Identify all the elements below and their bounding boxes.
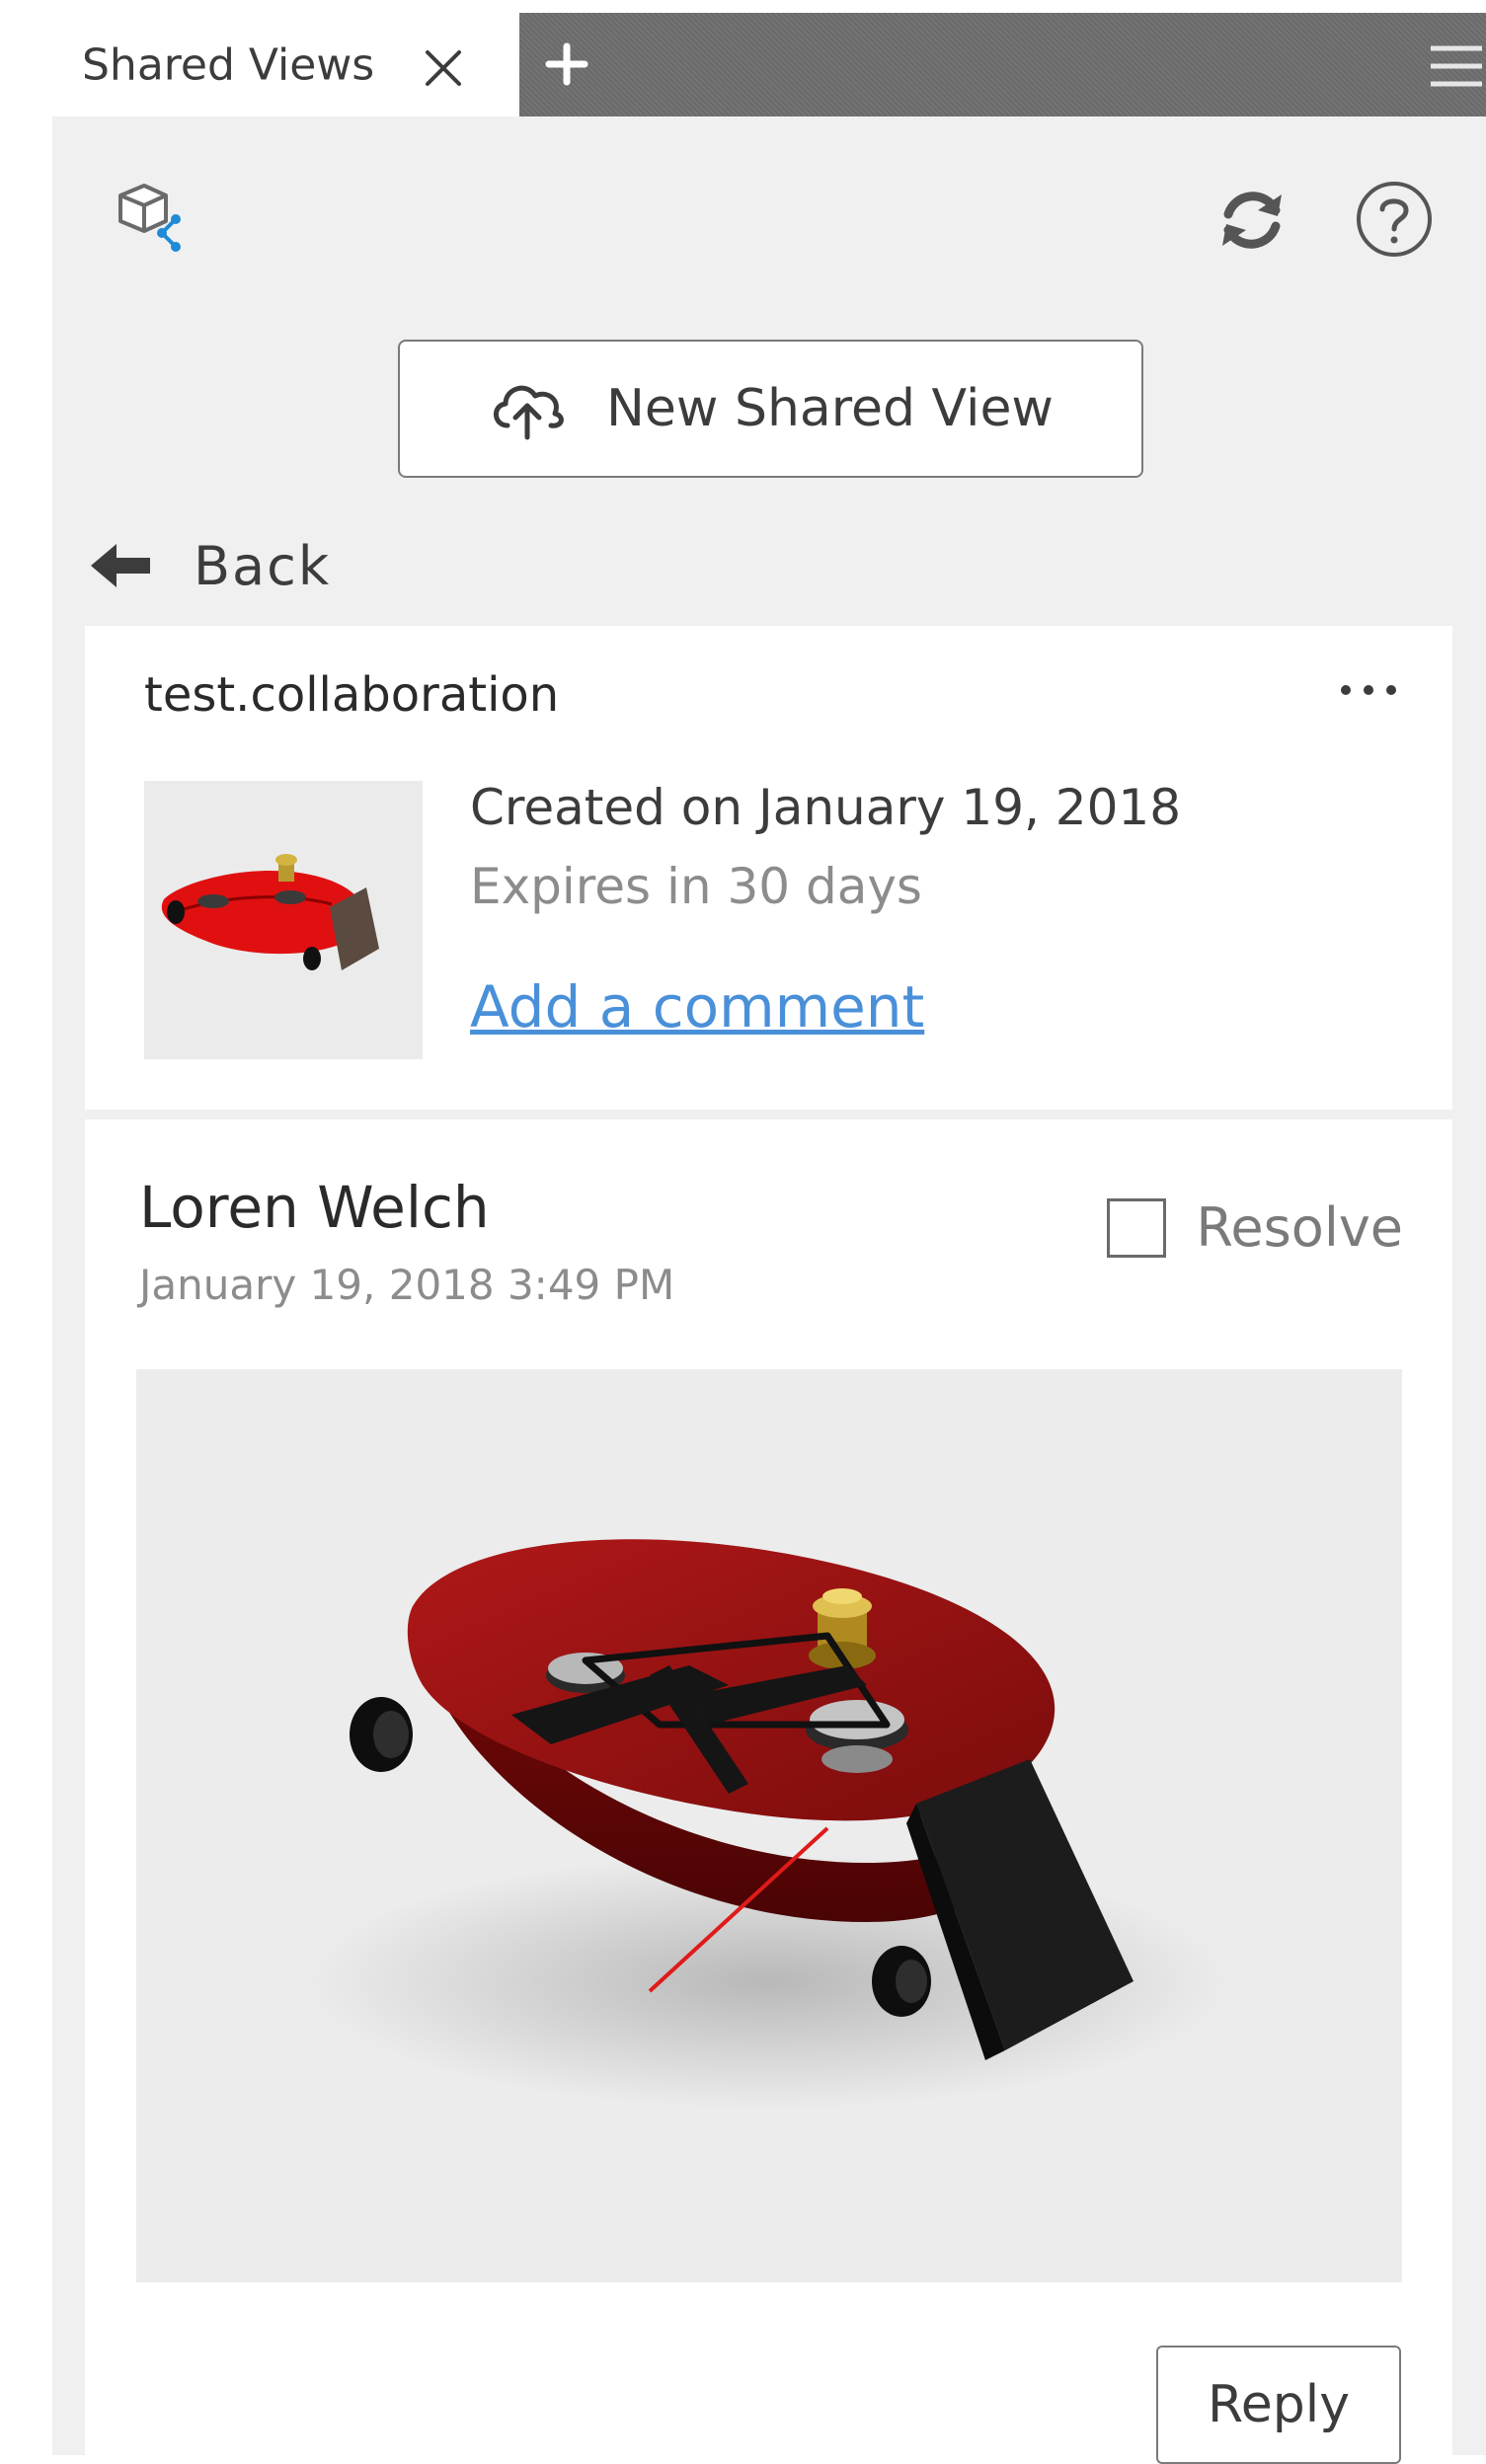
hamburger-menu-icon[interactable] xyxy=(1427,42,1486,90)
mower-deck-render-image xyxy=(136,1369,1402,2282)
created-date: Created on January 19, 2018 xyxy=(470,779,1182,836)
more-options-icon[interactable] xyxy=(1334,675,1403,705)
share-model-icon[interactable] xyxy=(107,176,186,255)
expiry-info: Expires in 30 days xyxy=(470,858,922,915)
tab-shared-views[interactable]: Shared Views xyxy=(52,13,519,116)
tab-strip: Shared Views xyxy=(0,0,1486,116)
comment-card: Loren Welch January 19, 2018 3:49 PM Res… xyxy=(85,1119,1452,2464)
back-button[interactable]: Back xyxy=(87,521,331,610)
reply-label: Reply xyxy=(1207,2375,1350,2434)
refresh-icon[interactable] xyxy=(1212,181,1291,260)
close-icon[interactable] xyxy=(418,42,469,94)
help-icon[interactable] xyxy=(1354,179,1435,260)
comment-author: Loren Welch xyxy=(139,1174,490,1241)
add-comment-link[interactable]: Add a comment xyxy=(470,973,924,1040)
tab-label: Shared Views xyxy=(82,39,375,90)
plus-icon[interactable] xyxy=(537,35,596,94)
shared-view-card: test.collaboration Created on January 19… xyxy=(85,626,1452,1110)
comment-timestamp: January 19, 2018 3:49 PM xyxy=(139,1261,675,1309)
shared-views-panel: New Shared View Back test.collaboration xyxy=(52,116,1486,2464)
arrow-left-icon xyxy=(91,544,150,587)
resolve-checkbox[interactable]: Resolve xyxy=(1107,1196,1403,1259)
tab-bar-empty-area xyxy=(519,13,1486,116)
back-label: Back xyxy=(194,534,332,597)
resolve-label: Resolve xyxy=(1196,1196,1403,1259)
shared-view-name: test.collaboration xyxy=(144,667,560,723)
reply-button[interactable]: Reply xyxy=(1156,2346,1401,2464)
checkbox-box[interactable] xyxy=(1107,1197,1167,1258)
mower-deck-thumbnail-image xyxy=(144,781,423,1059)
comment-screenshot[interactable] xyxy=(136,1369,1402,2282)
shared-view-thumbnail[interactable] xyxy=(144,781,423,1059)
cloud-upload-icon xyxy=(494,385,564,440)
new-shared-view-label: New Shared View xyxy=(606,379,1054,438)
new-shared-view-button[interactable]: New Shared View xyxy=(398,340,1143,478)
